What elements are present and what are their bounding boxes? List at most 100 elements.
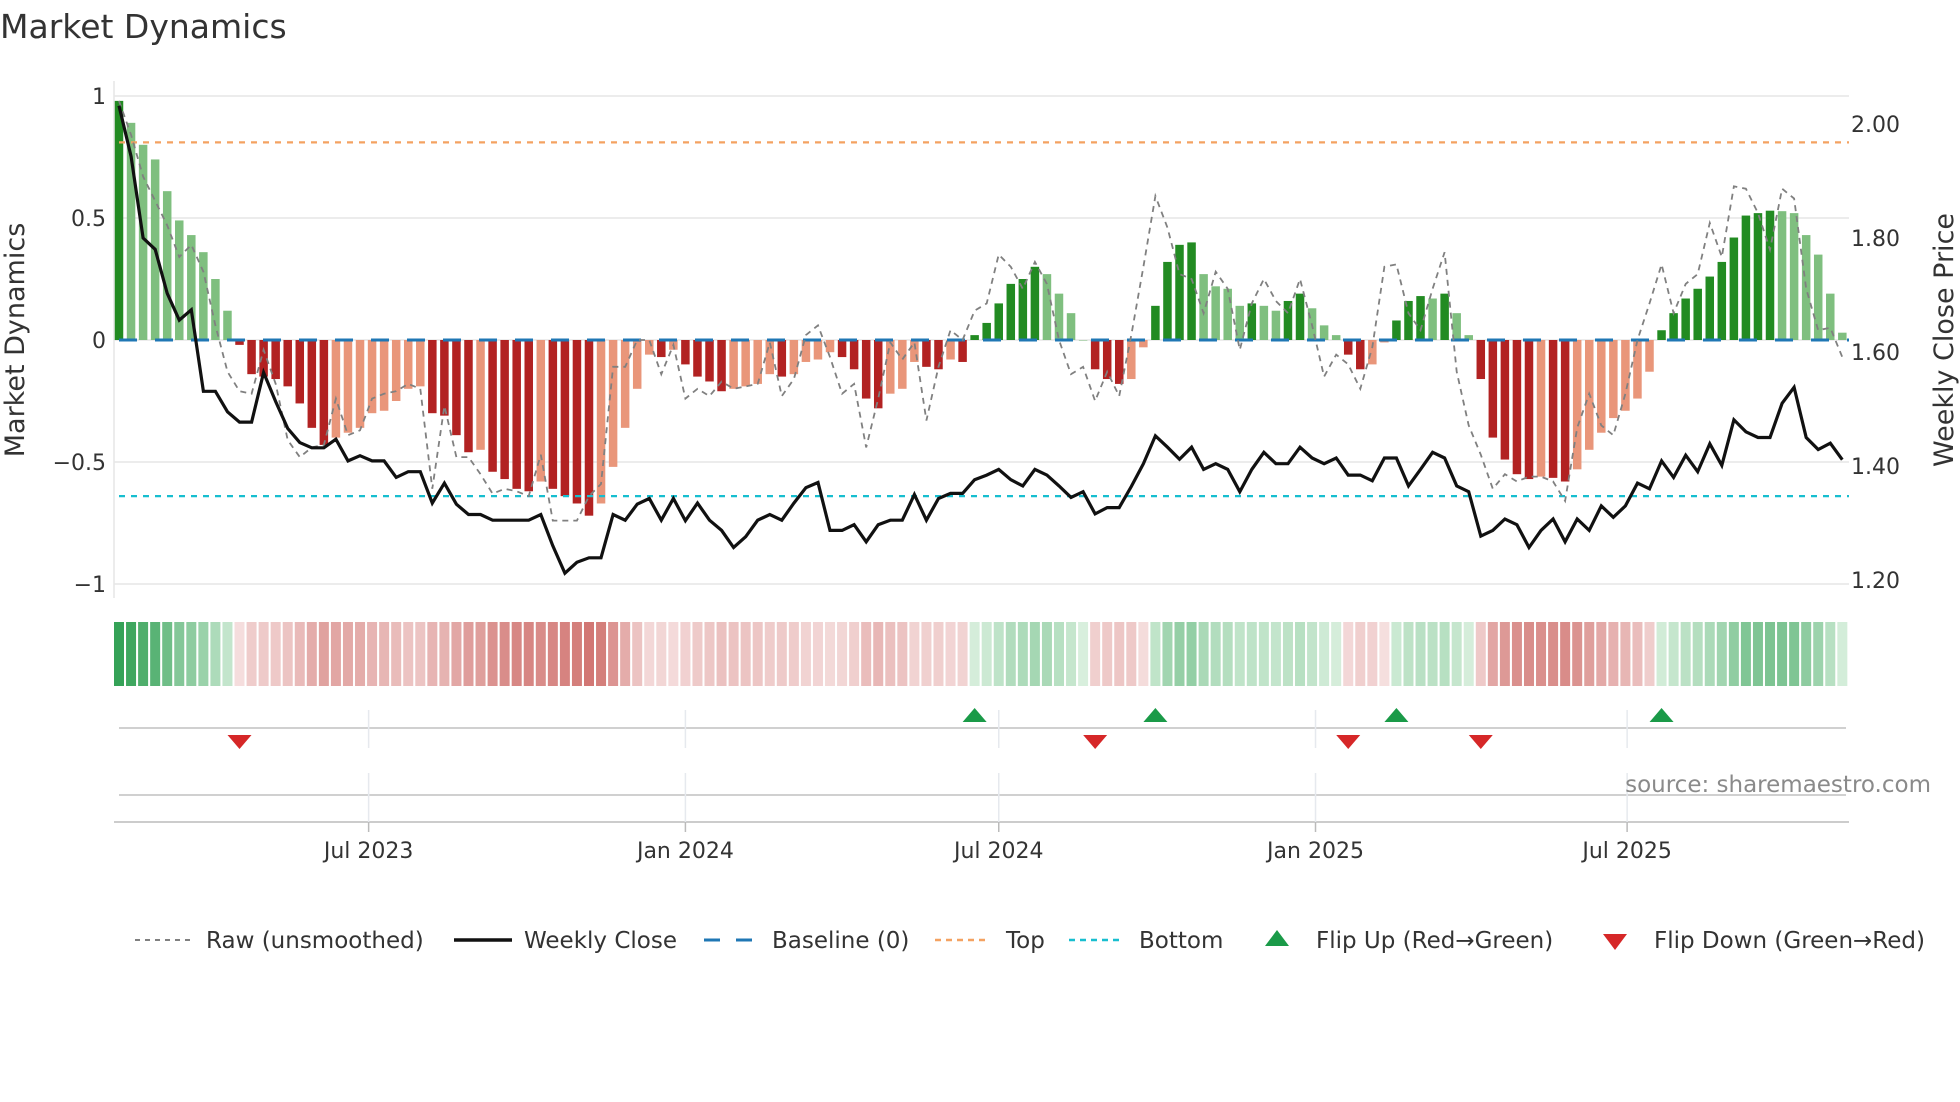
strip-cell (306, 622, 317, 686)
strip-cell (1355, 622, 1366, 686)
bar (295, 340, 305, 404)
strip-cell (596, 622, 607, 686)
strip-cell (1596, 622, 1607, 686)
strip-cell (463, 622, 474, 686)
strip-cell (909, 622, 920, 686)
bar (223, 310, 232, 340)
bar (1488, 340, 1498, 438)
strip-cell (535, 622, 546, 686)
bar (162, 191, 172, 340)
bar (331, 340, 341, 438)
bar (1657, 330, 1666, 340)
bar (512, 340, 521, 489)
strip-cell (1536, 622, 1547, 686)
bar (114, 100, 124, 340)
bar (958, 340, 967, 362)
strip-cell (957, 622, 968, 686)
strip-cell (1234, 622, 1245, 686)
strip-cell (379, 622, 390, 686)
strip-cell (873, 622, 884, 686)
strip-cell (897, 622, 908, 686)
strip-cell (680, 622, 691, 686)
strip-cell (258, 622, 269, 686)
bar (861, 340, 871, 399)
bar (1609, 340, 1618, 419)
strip-cell (1511, 622, 1522, 686)
strip-cell (1777, 622, 1788, 686)
bar (1090, 340, 1100, 370)
bar (247, 340, 256, 375)
y-left-tick-label: −0.5 (53, 451, 106, 476)
bar (355, 340, 365, 428)
legend-bottom-label: Bottom (1139, 928, 1223, 954)
legend-baseline-label: Baseline (0) (772, 928, 909, 954)
bar (560, 340, 570, 497)
bar (1247, 303, 1257, 340)
strip-cell (1813, 622, 1824, 686)
flip-up-marker (1649, 708, 1674, 722)
bar (657, 340, 666, 358)
bar (1753, 213, 1763, 340)
legend-flip-up-label: Flip Up (Red→Green) (1316, 928, 1553, 954)
y-right-tick-label: 1.80 (1851, 227, 1900, 252)
strip-cell (704, 622, 715, 686)
strip-cell (1463, 622, 1474, 686)
strip-cell (1427, 622, 1438, 686)
bar (1440, 293, 1449, 340)
strip-cell (583, 622, 594, 686)
strip-cell (1656, 622, 1667, 686)
strip-cell (523, 622, 534, 686)
strip-cell (1391, 622, 1402, 686)
strip-cell (1114, 622, 1125, 686)
strip-cell (656, 622, 667, 686)
strip-cell (1704, 622, 1715, 686)
bar (693, 340, 702, 377)
bar (982, 322, 991, 340)
bar (1729, 237, 1739, 340)
bar (524, 340, 533, 492)
bar (777, 340, 787, 377)
flip-up-marker (1143, 708, 1168, 722)
bar (1223, 288, 1232, 340)
strip-cell (330, 622, 341, 686)
bar (1271, 310, 1281, 340)
bar (813, 340, 823, 360)
bar (536, 340, 546, 482)
bar (548, 340, 558, 489)
flip-down-marker (227, 735, 252, 749)
strip-cell (1295, 622, 1306, 686)
bar (367, 340, 377, 414)
x-tick-label: Jan 2025 (1265, 839, 1364, 864)
strip-cell (644, 622, 655, 686)
strip-cell (752, 622, 763, 686)
series-lines (117, 100, 1844, 576)
bar (849, 340, 859, 370)
y-right-tick-label: 1.20 (1851, 569, 1900, 594)
bar (1597, 340, 1606, 433)
bar (1524, 340, 1534, 480)
bar (1741, 215, 1751, 340)
bar (1705, 276, 1715, 340)
strip-cell (1246, 622, 1257, 686)
strip-cell (776, 622, 787, 686)
x-tick-label: Jan 2024 (635, 839, 734, 864)
strip-cell (1319, 622, 1330, 686)
strip-cell (1162, 622, 1173, 686)
bar (1838, 332, 1847, 340)
bar (1392, 320, 1401, 340)
strip-cell (198, 622, 209, 686)
y-right-tick-label: 1.60 (1851, 341, 1900, 366)
bar (1114, 340, 1124, 384)
bar (922, 340, 931, 367)
strip-cell (1620, 622, 1631, 686)
strip-cell (559, 622, 570, 686)
bar (1777, 211, 1787, 340)
strip-cell (318, 622, 329, 686)
bars-group (114, 100, 1847, 516)
y-right-tick-label: 2.00 (1851, 113, 1900, 138)
strip-cell (812, 622, 823, 686)
bar (753, 340, 762, 384)
strip-cell (367, 622, 378, 686)
bar (825, 340, 835, 353)
bar (1645, 340, 1654, 372)
